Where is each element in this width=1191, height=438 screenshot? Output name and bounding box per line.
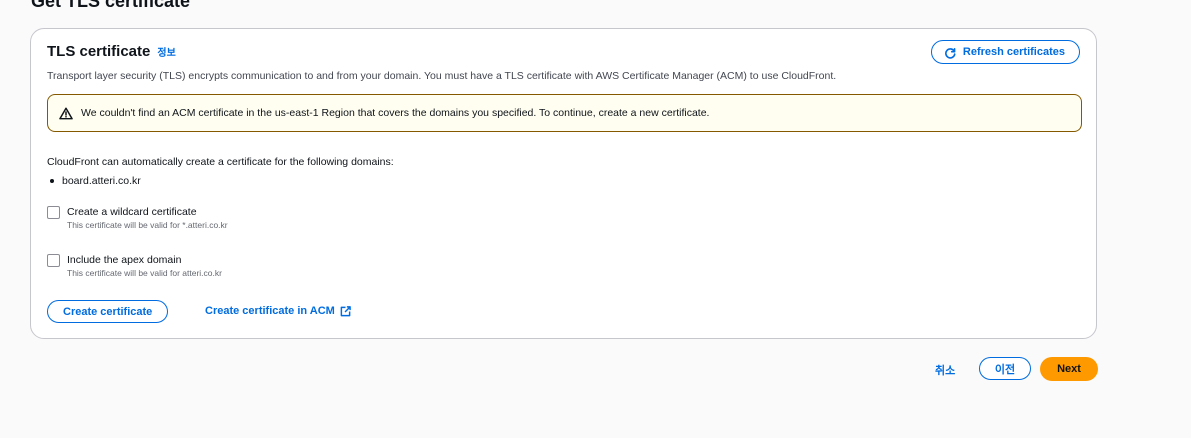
refresh-icon (944, 47, 956, 59)
warning-text: We couldn't find an ACM certificate in t… (81, 107, 710, 119)
create-certificate-acm-link[interactable]: Create certificate in ACM (205, 305, 351, 317)
apex-option: Include the apex domain This certificate… (47, 254, 222, 279)
wildcard-help: This certificate will be valid for *.att… (67, 220, 228, 230)
auto-create-text: CloudFront can automatically create a ce… (47, 156, 394, 168)
external-link-icon (340, 305, 351, 316)
panel-description: Transport layer security (TLS) encrypts … (47, 70, 837, 82)
domain-list: board.atteri.co.kr (47, 175, 141, 187)
wildcard-option: Create a wildcard certificate This certi… (47, 206, 228, 231)
apex-help: This certificate will be valid for atter… (67, 268, 222, 278)
warning-icon (59, 107, 73, 119)
bullet (50, 179, 54, 183)
warning-alert: We couldn't find an ACM certificate in t… (47, 94, 1082, 132)
previous-button[interactable]: 이전 (979, 357, 1031, 380)
next-button[interactable]: Next (1040, 357, 1098, 381)
panel-title: TLS certificate (47, 43, 151, 60)
acm-link-label: Create certificate in ACM (205, 305, 335, 317)
tls-certificate-panel: TLS certificate 정보 Refresh certificates … (30, 28, 1097, 339)
page-title: Get TLS certificate (31, 0, 191, 11)
apex-checkbox[interactable] (47, 254, 60, 267)
wildcard-checkbox[interactable] (47, 206, 60, 219)
list-item: board.atteri.co.kr (47, 175, 141, 187)
info-link[interactable]: 정보 (157, 44, 175, 59)
panel-header: TLS certificate 정보 (47, 43, 176, 60)
apex-label[interactable]: Include the apex domain (67, 254, 222, 267)
refresh-certificates-label: Refresh certificates (962, 46, 1065, 58)
create-certificate-button[interactable]: Create certificate (47, 300, 169, 323)
wildcard-label[interactable]: Create a wildcard certificate (67, 206, 228, 219)
domain-name: board.atteri.co.kr (62, 175, 141, 187)
cancel-button[interactable]: 취소 (935, 362, 955, 378)
refresh-certificates-button[interactable]: Refresh certificates (930, 40, 1080, 64)
